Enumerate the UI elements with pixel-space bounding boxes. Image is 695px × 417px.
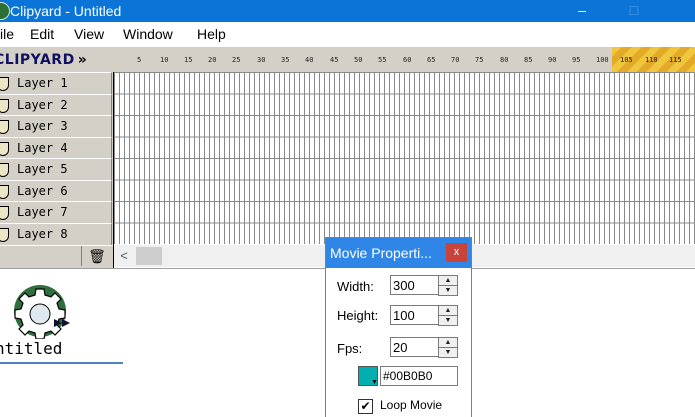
layer-row[interactable]: Layer 6	[0, 179, 112, 203]
dialog-title-bar[interactable]: Movie Properti... x	[326, 238, 471, 268]
height-decrement-button[interactable]: ▼	[438, 315, 458, 326]
layer-label: Layer 5	[17, 162, 68, 176]
close-button[interactable]: x	[446, 243, 467, 262]
layer-label: Layer 7	[17, 205, 68, 219]
logo-text: CLIPYARD	[0, 52, 75, 68]
ruler-tick: 60	[403, 56, 412, 64]
ruler-tick: 35	[281, 56, 290, 64]
shield-icon	[0, 206, 9, 220]
layers-toolbar: 🗑	[0, 245, 113, 268]
ruler-tick: 115	[669, 56, 682, 64]
ruler-tick: 95	[572, 56, 581, 64]
background-color-row: ▼ #00B0B0	[358, 366, 468, 386]
width-field[interactable]	[390, 275, 438, 295]
layer-label: Layer 2	[17, 97, 68, 112]
ruler-tick: 75	[475, 56, 484, 64]
fps-stepper: ▲ ▼	[390, 337, 460, 358]
menu-file[interactable]: ile	[0, 24, 14, 44]
layer-label: Layer 4	[17, 140, 68, 155]
width-label: Width:	[337, 279, 374, 294]
fps-label: Fps:	[337, 341, 363, 356]
loop-movie-checkbox[interactable]: ✔	[358, 399, 373, 414]
window-title: Clipyard - Untitled	[10, 3, 122, 19]
menu-bar: ile Edit View Window Help	[0, 22, 695, 46]
ruler-tick: 55	[378, 56, 387, 64]
ruler-tick: 90	[548, 56, 557, 64]
movie-name[interactable]: ntitled	[0, 339, 62, 358]
layer-label: Layer 8	[17, 226, 68, 241]
chevron-right-icon: »	[77, 52, 88, 68]
ruler-tick: 15	[184, 56, 193, 64]
width-stepper: ▲ ▼	[390, 275, 460, 296]
ruler-tick: 65	[427, 56, 436, 64]
ruler-tick: 70	[451, 56, 460, 64]
fps-decrement-button[interactable]: ▼	[438, 347, 458, 358]
shield-icon	[0, 98, 9, 113]
layer-row[interactable]: Layer 2	[0, 93, 112, 117]
ruler-tick: 110	[645, 56, 658, 64]
height-stepper: ▲ ▼	[390, 305, 460, 326]
ruler-tick: 80	[500, 56, 509, 64]
maximize-button[interactable]: □	[614, 0, 654, 22]
shield-icon	[0, 184, 9, 199]
layer-row[interactable]: Layer 7	[0, 201, 112, 224]
layer-label: Layer 1	[17, 76, 68, 90]
movie-properties-dialog: Movie Properti... x Width: ▲ ▼ Height: ▲…	[325, 237, 472, 417]
menu-view[interactable]: View	[74, 24, 104, 44]
layer-label: Layer 3	[17, 119, 68, 133]
title-bar: Clipyard - Untitled – □	[0, 0, 695, 22]
timeline-divider	[113, 72, 114, 268]
height-field[interactable]	[390, 305, 438, 325]
layer-row[interactable]: Layer 3	[0, 115, 112, 138]
minimize-button[interactable]: –	[562, 0, 602, 22]
layer-label: Layer 6	[17, 183, 68, 198]
layer-row[interactable]: Layer 5	[0, 158, 112, 181]
shield-icon	[0, 120, 9, 134]
clipyard-logo: CLIPYARD»	[0, 52, 87, 68]
chevron-down-icon: ▼	[371, 379, 378, 386]
background-color-hex[interactable]: #00B0B0	[380, 366, 458, 386]
background-color-button[interactable]: ▼	[358, 366, 378, 386]
layer-row[interactable]: Layer 1	[0, 72, 112, 95]
ruler-tick: 20	[208, 56, 217, 64]
menu-help[interactable]: Help	[197, 24, 226, 44]
shield-icon	[0, 227, 9, 242]
ruler-tick: 5	[137, 56, 142, 64]
ruler-tick: 105	[620, 56, 633, 64]
height-label: Height:	[337, 308, 379, 323]
menu-window[interactable]: Window	[123, 24, 173, 44]
ruler-tick: 85	[524, 56, 533, 64]
ruler-tick: 25	[232, 56, 241, 64]
trash-icon[interactable]: 🗑	[81, 246, 112, 266]
ruler-tick: 10	[160, 56, 169, 64]
ruler-tick: 40	[305, 56, 314, 64]
movie-selection-underline	[0, 362, 123, 364]
loop-movie-label: Loop Movie	[380, 398, 443, 412]
ruler-tick: 50	[354, 56, 363, 64]
clipyard-app-icon	[0, 2, 10, 20]
shield-icon	[0, 163, 9, 177]
shield-icon	[0, 141, 9, 156]
layer-row[interactable]: Layer 8	[0, 222, 112, 246]
frame-ruler[interactable]: CLIPYARD» 5 10 15 20 25 30 35 40 45 50 5…	[0, 46, 695, 74]
width-decrement-button[interactable]: ▼	[438, 285, 458, 296]
movie-gear-icon[interactable]	[10, 279, 76, 340]
fps-field[interactable]	[390, 337, 438, 357]
dialog-title: Movie Properti...	[330, 245, 432, 261]
menu-edit[interactable]: Edit	[30, 24, 54, 44]
shield-icon	[0, 77, 9, 91]
scroll-left-button[interactable]: <	[114, 245, 134, 267]
ruler-tick: 100	[596, 56, 609, 64]
scrollbar-thumb[interactable]	[136, 247, 162, 265]
layers-panel: Layer 1 Layer 2 Layer 3 Layer 4 Layer 5 …	[0, 72, 113, 268]
ruler-tick: 45	[330, 56, 339, 64]
layer-row[interactable]: Layer 4	[0, 136, 112, 160]
ruler-tick: 30	[257, 56, 266, 64]
timeline-frame-grid[interactable]	[114, 72, 695, 244]
